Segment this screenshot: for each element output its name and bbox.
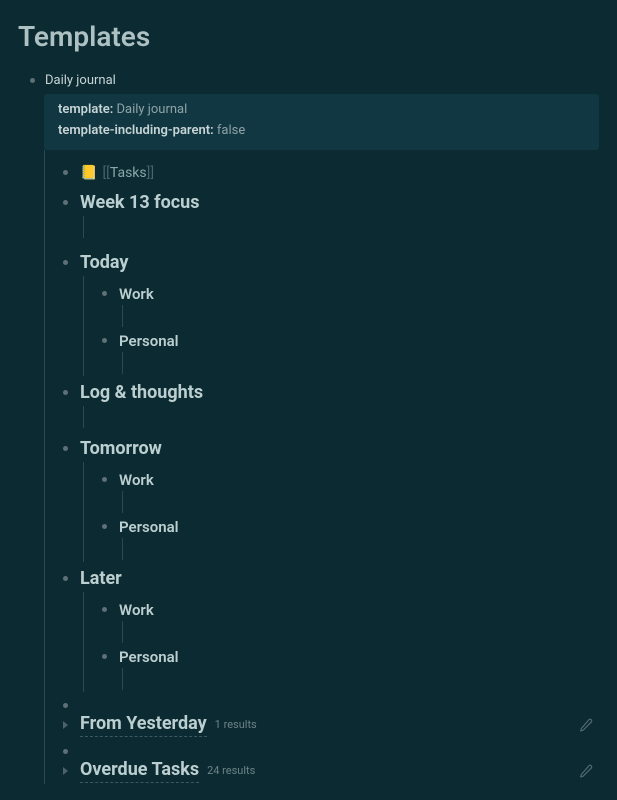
bullet-icon [63,260,68,265]
item-label: Work [119,285,154,303]
child-indent-line [83,216,599,238]
heading-text: Later [80,568,122,589]
item-label: Personal [119,518,179,536]
heading-text: Week 13 focus [80,192,199,213]
heading-log[interactable]: Log & thoughts [45,380,599,428]
bullet-icon [63,170,68,175]
bullet-icon [102,607,107,612]
page-title: Templates [18,20,599,53]
child-indent-line [122,668,599,690]
item-label: Work [119,471,154,489]
list-item[interactable]: Personal [84,643,599,690]
properties-block[interactable]: template: Daily journal template-includi… [44,94,599,150]
query-bullet-row [45,700,599,712]
item-label: Personal [119,332,179,350]
today-children: Work Personal [83,276,599,376]
bullet-icon [102,338,107,343]
query-bullet-row [45,746,599,758]
bullet-icon [63,390,68,395]
heading-text: Tomorrow [80,438,162,459]
item-label: Work [119,601,154,619]
bullet-icon [63,200,68,205]
notebook-icon: 📒 [80,165,97,181]
bullet-icon [102,524,107,529]
results-count: 1 results [215,718,257,731]
child-indent-line [122,621,599,643]
bullet-icon [102,654,107,659]
list-item[interactable]: Work [84,280,599,327]
query-title: From Yesterday [80,713,207,737]
heading-later[interactable]: Later Work Personal [45,566,599,692]
property-row: template: Daily journal [58,100,585,121]
property-key: template-including-parent [58,123,210,138]
heading-today[interactable]: Today Work Personal [45,250,599,376]
root-label: Daily journal [45,73,116,88]
list-item[interactable]: Work [84,596,599,643]
outline-tree: 📒 [[Tasks]] Week 13 focus Today Work Pers… [44,150,599,784]
child-indent-line [122,305,599,327]
heading-tomorrow[interactable]: Tomorrow Work Personal [45,436,599,562]
pencil-icon[interactable] [579,718,593,732]
bullet-icon [63,703,68,708]
child-indent-line [122,538,599,560]
bracket-open: [[ [102,165,109,181]
property-row: template-including-parent: false [58,121,585,142]
expand-arrow-icon[interactable] [63,721,68,729]
heading-week-focus[interactable]: Week 13 focus [45,190,599,238]
link-text[interactable]: Tasks [110,165,147,181]
heading-text: Today [80,252,129,273]
bullet-icon [63,446,68,451]
bullet-icon [63,749,68,754]
query-title: Overdue Tasks [80,759,199,783]
tomorrow-children: Work Personal [83,462,599,562]
bullet-icon [102,291,107,296]
child-indent-line [122,352,599,374]
child-indent-line [83,406,599,428]
expand-arrow-icon[interactable] [63,767,68,775]
bullet-icon [30,78,35,83]
item-label: Personal [119,648,179,666]
pencil-icon[interactable] [579,764,593,778]
child-indent-line [122,491,599,513]
tasks-link-node[interactable]: 📒 [[Tasks]] [45,160,599,186]
query-overdue-tasks[interactable]: Overdue Tasks 24 results [45,758,599,784]
results-count: 24 results [207,764,255,777]
tasks-link[interactable]: 📒 [[Tasks]] [80,165,154,181]
root-row[interactable]: Daily journal [30,73,599,88]
property-value: false [217,123,245,138]
property-value: Daily journal [116,102,187,117]
query-from-yesterday[interactable]: From Yesterday 1 results [45,712,599,738]
list-item[interactable]: Work [84,466,599,513]
list-item[interactable]: Personal [84,327,599,374]
bullet-icon [102,477,107,482]
heading-text: Log & thoughts [80,382,203,403]
later-children: Work Personal [83,592,599,692]
property-key: template [58,102,110,117]
list-item[interactable]: Personal [84,513,599,560]
bullet-icon [63,576,68,581]
bracket-close: ]] [147,165,154,181]
